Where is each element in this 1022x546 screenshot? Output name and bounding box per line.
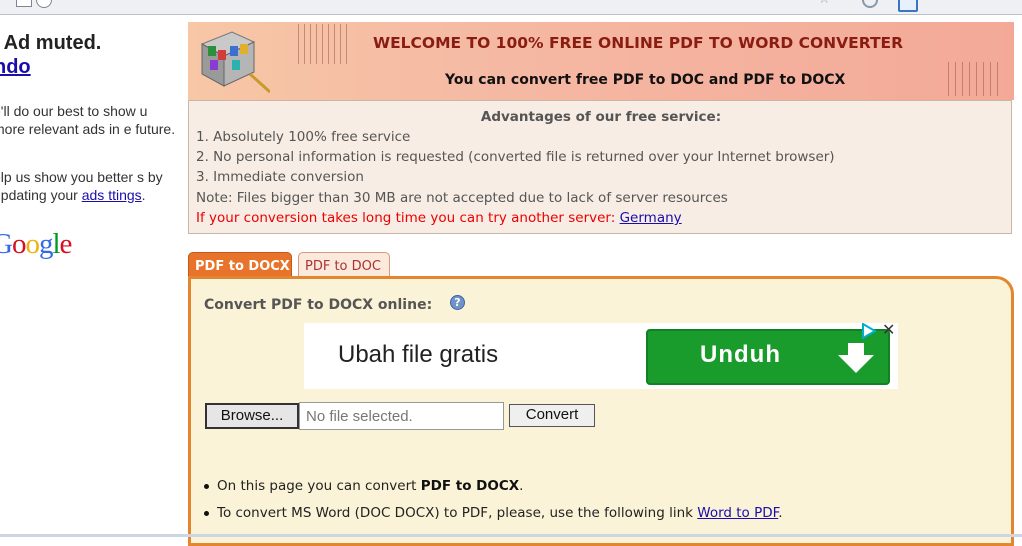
cube-pencil-logo-icon — [200, 31, 270, 94]
google-logo-letter: e — [59, 228, 73, 260]
browser-toolbar: ☆ — [0, 0, 1022, 15]
browse-button[interactable]: Browse... — [205, 403, 299, 429]
bullet-icon — [204, 483, 209, 489]
ad-muted-heading: ' Ad muted. — [0, 32, 102, 54]
bullet-suffix: . — [519, 478, 524, 494]
bullet-text: To convert MS Word (DOC DOCX) to PDF, pl… — [217, 505, 698, 521]
alternate-server-note: If your conversion takes long time you c… — [196, 210, 682, 226]
ad-settings-link[interactable]: ads ttings — [82, 187, 142, 203]
close-ad-icon[interactable]: ✕ — [882, 320, 895, 339]
download-arrow-icon — [838, 343, 874, 373]
converter-label: Convert PDF to DOCX online: — [204, 297, 433, 313]
google-logo-letter: o — [11, 228, 26, 260]
ad-text[interactable]: Ubah file gratis — [338, 341, 498, 369]
list-item: To convert MS Word (DOC DOCX) to PDF, pl… — [204, 505, 783, 521]
google-logo-letter: o — [25, 228, 39, 260]
bullet-text: On this page you can convert — [217, 478, 421, 494]
file-size-note: Note: Files bigger than 30 MB are not ac… — [196, 190, 728, 206]
ad-muted-message: e'll do our best to show u more relevant… — [0, 103, 176, 137]
address-bar[interactable] — [58, 0, 318, 5]
help-icon[interactable]: ? — [450, 295, 465, 310]
germany-server-link[interactable]: Germany — [620, 210, 682, 226]
advantage-item: 2. No personal information is requested … — [196, 149, 835, 165]
page-icon — [16, 0, 32, 7]
ad-download-label: Unduh — [700, 341, 781, 368]
convert-button[interactable]: Convert — [509, 404, 595, 427]
word-to-pdf-link[interactable]: Word to PDF — [697, 505, 778, 521]
ad-settings-suffix: . — [141, 187, 146, 203]
muted-ad-panel: ' Ad muted. ndo e'll do our best to show… — [0, 22, 185, 537]
advertisement[interactable]: Ubah file gratis Unduh ✕ — [304, 320, 898, 389]
tab-pdf-to-doc[interactable]: PDF to DOC — [298, 252, 390, 278]
bullet-suffix: . — [778, 505, 783, 521]
undo-link[interactable]: ndo — [0, 56, 31, 79]
advantages-box: Advantages of our free service: 1. Absol… — [188, 100, 1012, 234]
advantage-item: 3. Immediate conversion — [196, 169, 364, 185]
reload-icon[interactable] — [862, 0, 878, 8]
alternate-server-text: If your conversion takes long time you c… — [196, 210, 620, 226]
ad-settings-message: elp us show you better s by updating you… — [0, 168, 183, 204]
bookmark-star-icon[interactable]: ☆ — [818, 0, 831, 7]
google-logo-letter: l — [52, 228, 60, 260]
bullet-icon — [204, 510, 209, 516]
site-identity-icon[interactable] — [36, 0, 52, 8]
banner-subtitle: You can convert free PDF to DOC and PDF … — [445, 72, 846, 88]
bullet-bold-text: PDF to DOCX — [420, 478, 520, 494]
google-logo-letter: G — [0, 228, 13, 260]
google-logo-letter: g — [38, 228, 53, 260]
banner-decoration — [298, 24, 348, 64]
header-banner: WELCOME TO 100% FREE ONLINE PDF TO WORD … — [188, 22, 1014, 100]
tab-pdf-to-docx[interactable]: PDF to DOCX — [188, 252, 292, 278]
search-engine-icon[interactable] — [898, 0, 918, 12]
google-logo: Google — [0, 228, 73, 261]
adchoices-icon[interactable] — [860, 323, 878, 339]
ad-download-button[interactable]: Unduh — [646, 329, 890, 385]
banner-decoration — [948, 62, 1004, 96]
advantages-heading: Advantages of our free service: — [480, 109, 722, 125]
advantage-item: 1. Absolutely 100% free service — [196, 129, 411, 145]
list-item: On this page you can convert PDF to DOCX… — [204, 478, 523, 494]
file-name-field[interactable]: No file selected. — [299, 402, 504, 430]
banner-title: WELCOME TO 100% FREE ONLINE PDF TO WORD … — [373, 34, 904, 52]
